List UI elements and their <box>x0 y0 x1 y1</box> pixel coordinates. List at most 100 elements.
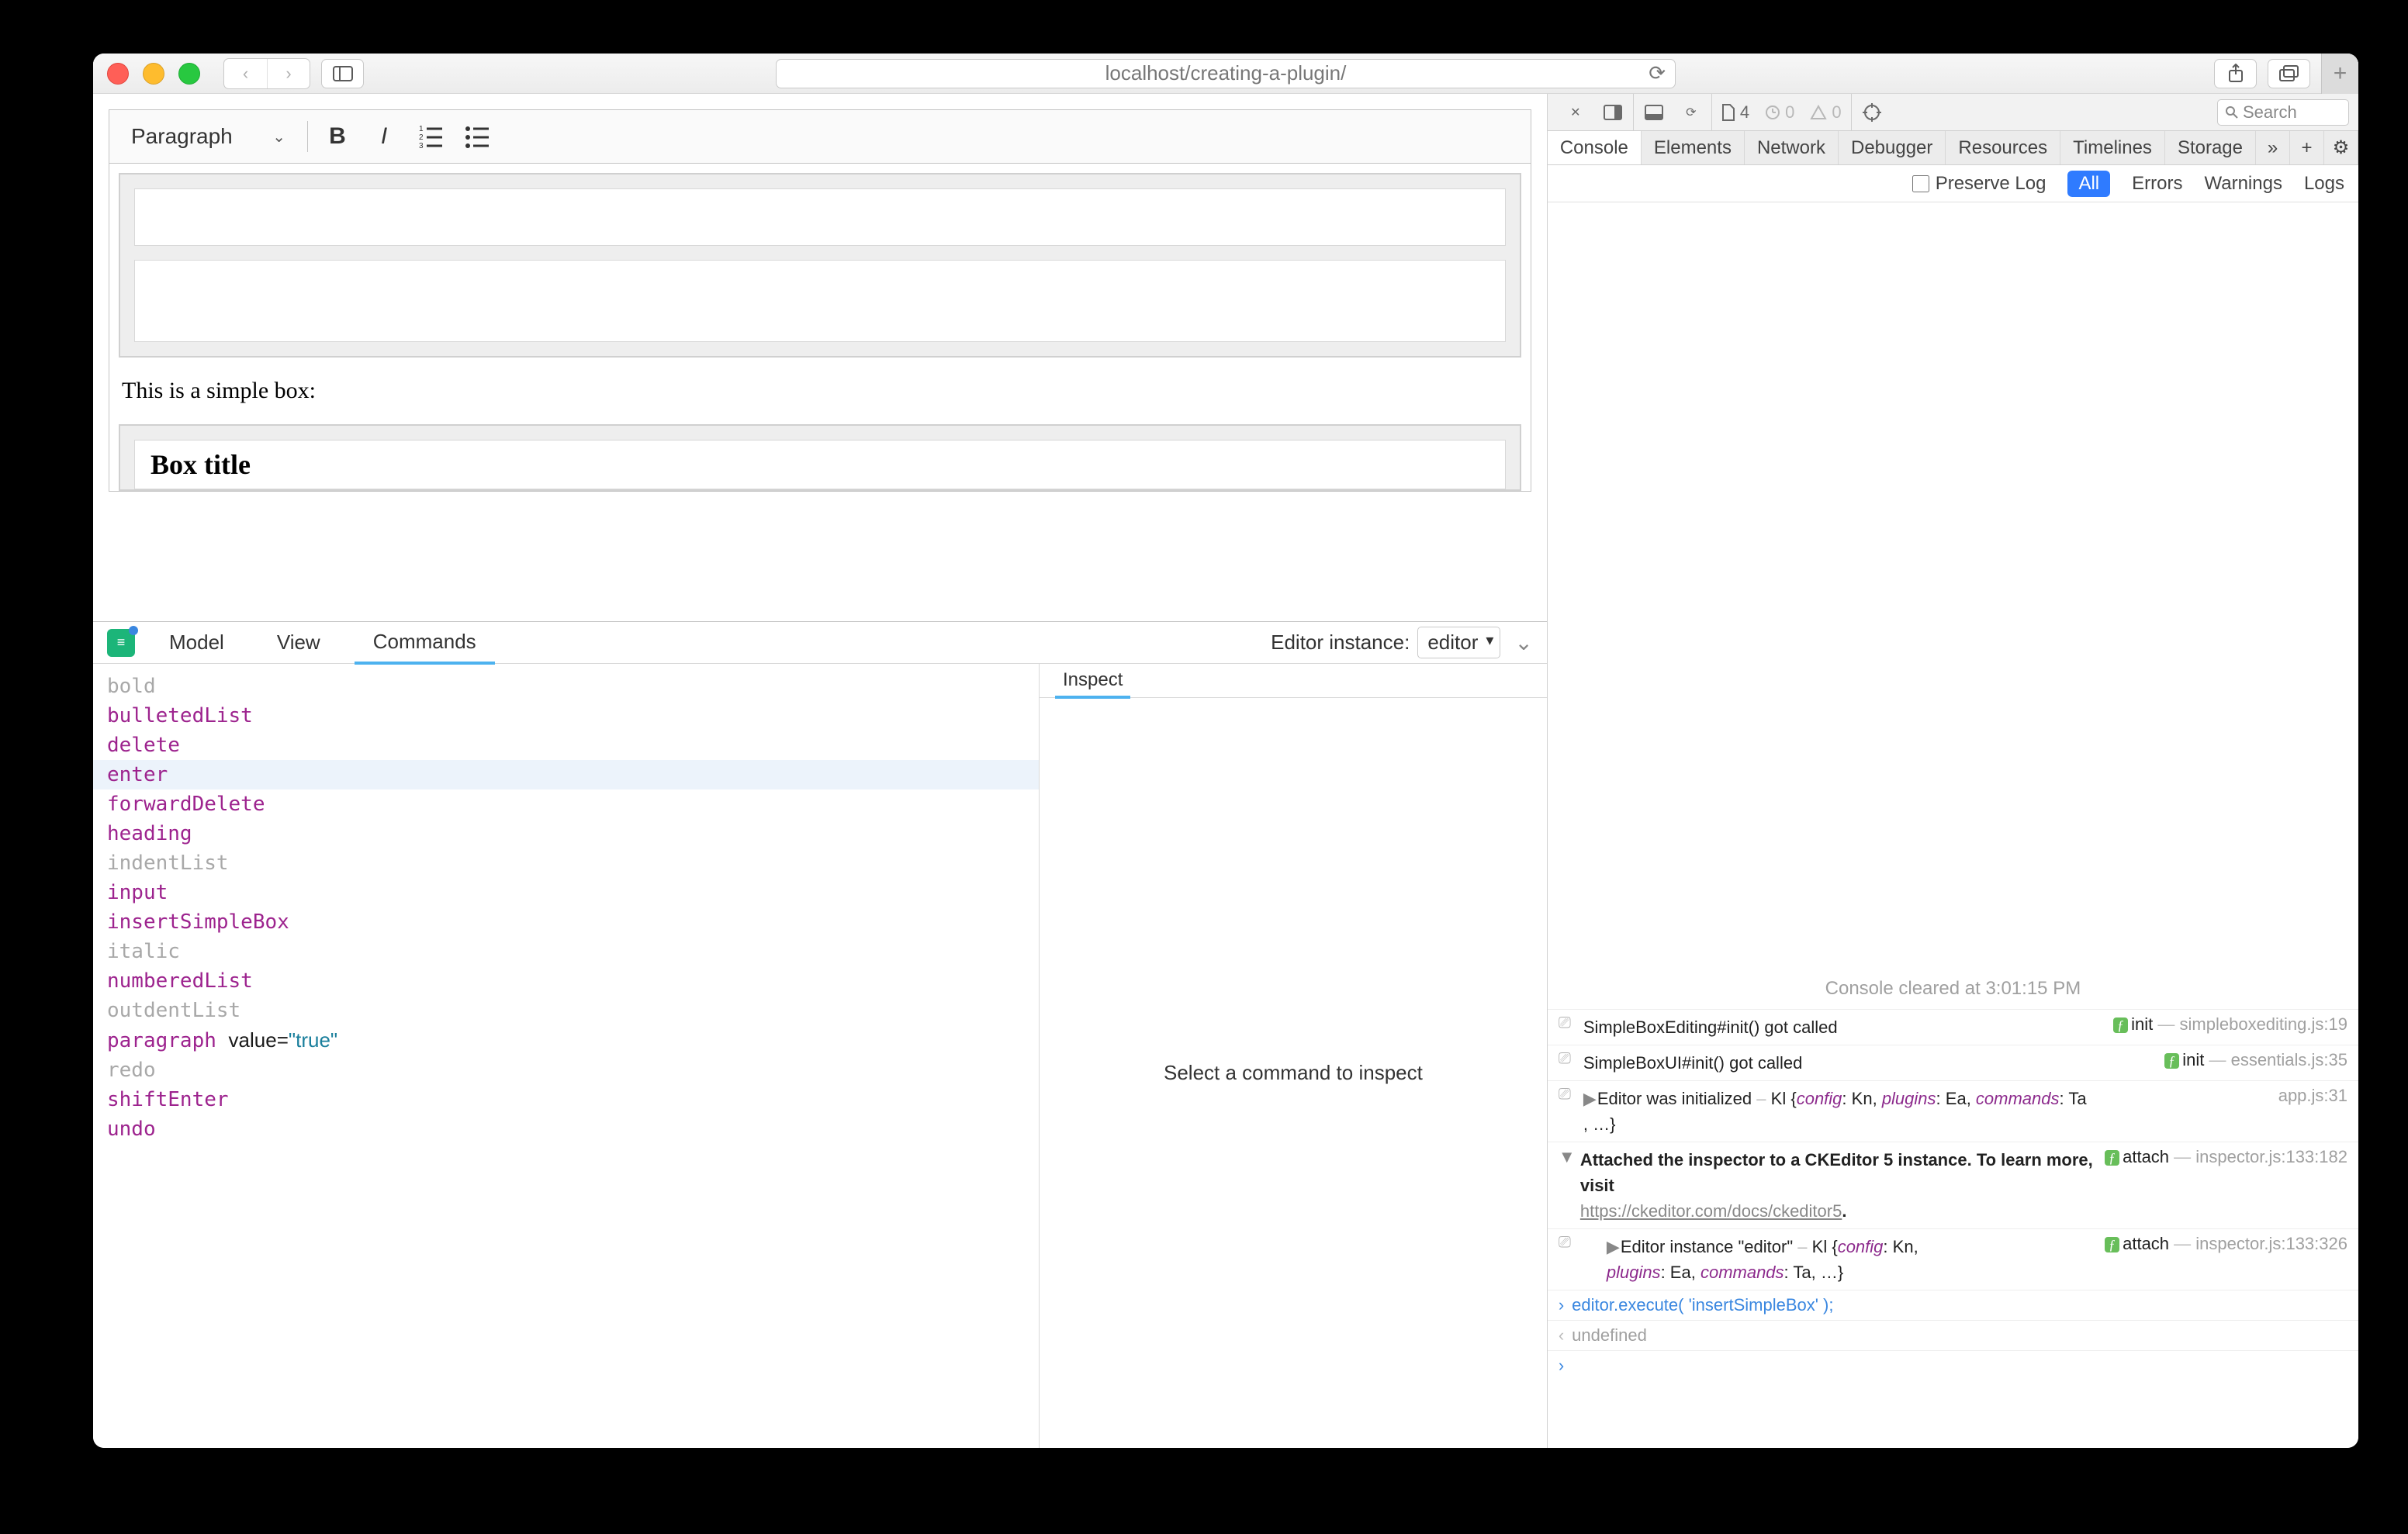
dock-side-button[interactable] <box>1594 94 1631 131</box>
devtools-tab-elements[interactable]: Elements <box>1642 131 1745 164</box>
italic-button[interactable]: I <box>362 115 406 158</box>
back-button[interactable]: ‹ <box>224 59 267 88</box>
devtools-tab-storage[interactable]: Storage <box>2165 131 2256 164</box>
console-cleared-message: Console cleared at 3:01:15 PM <box>1548 978 2358 1000</box>
inspector-tab-model[interactable]: Model <box>150 622 243 664</box>
ckeditor-toolbar: Paragraph ⌄ B I 123 <box>109 110 1531 164</box>
close-window-button[interactable] <box>107 63 129 85</box>
resources-badge[interactable]: 4 <box>1714 102 1757 123</box>
paragraph-text[interactable]: This is a simple box: <box>122 378 1518 404</box>
command-paragraph[interactable]: paragraph value="true" <box>93 1025 1039 1055</box>
nav-buttons: ‹ › <box>223 58 310 89</box>
url-bar[interactable]: localhost/creating-a-plugin/ ⟳ <box>776 59 1676 88</box>
instance-select[interactable]: editor <box>1417 627 1500 658</box>
console-line[interactable]: ▼ Attached the inspector to a CKEditor 5… <box>1548 1142 2358 1228</box>
devtools-settings-button[interactable]: ⚙ <box>2324 131 2358 164</box>
command-outdentList[interactable]: outdentList <box>93 996 1039 1025</box>
collapse-inspector-button[interactable]: ⌄ <box>1514 630 1532 655</box>
console-history-line[interactable]: ›editor.execute( 'insertSimpleBox' ); <box>1548 1290 2358 1320</box>
preserve-log-checkbox[interactable]: Preserve Log <box>1912 173 2046 195</box>
command-delete[interactable]: delete <box>93 731 1039 760</box>
command-bulletedList[interactable]: bulletedList <box>93 701 1039 731</box>
commands-list[interactable]: boldbulletedListdeleteenterforwardDelete… <box>93 664 1040 1448</box>
toolbar-right <box>2214 59 2310 88</box>
warnings-badge[interactable]: 0 <box>1802 102 1849 123</box>
bulleted-list-icon <box>464 123 490 150</box>
tabs-button[interactable] <box>2268 59 2310 88</box>
inspector-body: boldbulletedListdeleteenterforwardDelete… <box>93 664 1547 1448</box>
command-indentList[interactable]: indentList <box>93 848 1039 878</box>
console-filters: Preserve Log All Errors Warnings Logs <box>1548 165 2358 202</box>
sidebar-toggle-button[interactable] <box>321 59 364 88</box>
filter-logs[interactable]: Logs <box>2304 173 2344 195</box>
url-text: localhost/creating-a-plugin/ <box>1105 61 1347 85</box>
ckeditor-content[interactable]: This is a simple box: Box title <box>109 164 1531 491</box>
titlebar: ‹ › localhost/creating-a-plugin/ ⟳ + <box>93 54 2358 94</box>
command-numberedList[interactable]: numberedList <box>93 966 1039 996</box>
console-output[interactable]: Console cleared at 3:01:15 PM ⎚ SimpleBo… <box>1548 202 2358 1448</box>
ckeditor-inspector: ≡ Model View Commands Editor instance: e… <box>93 621 1547 1448</box>
simple-box-title[interactable]: Box title <box>134 440 1506 489</box>
command-insertSimpleBox[interactable]: insertSimpleBox <box>93 907 1039 937</box>
numbered-list-button[interactable]: 123 <box>409 115 452 158</box>
svg-text:1: 1 <box>419 125 424 133</box>
dock-bottom-button[interactable] <box>1635 94 1673 131</box>
warning-icon <box>1810 105 1827 120</box>
window-controls <box>107 63 200 85</box>
console-line[interactable]: ⎚ ▶Editor was initialized – Kl {config: … <box>1548 1080 2358 1142</box>
devtools-tab-new[interactable]: + <box>2290 131 2324 164</box>
bulleted-list-button[interactable] <box>455 115 499 158</box>
console-line[interactable]: ⎚ ▶Editor instance "editor" – Kl {config… <box>1548 1228 2358 1290</box>
console-prompt[interactable]: › <box>1548 1350 2358 1380</box>
document-icon <box>1721 104 1735 121</box>
bold-button[interactable]: B <box>316 115 359 158</box>
console-line[interactable]: ⎚ SimpleBoxEditing#init() got called ƒin… <box>1548 1009 2358 1045</box>
simple-box-empty[interactable] <box>119 173 1521 358</box>
reload-icon[interactable]: ⟳ <box>1649 61 1666 85</box>
filter-warnings[interactable]: Warnings <box>2204 173 2282 195</box>
element-selection-button[interactable] <box>1853 94 1891 131</box>
instance-label: Editor instance: <box>1271 631 1410 655</box>
devtools-tab-console[interactable]: Console <box>1548 131 1642 164</box>
italic-icon: I <box>381 123 387 150</box>
time-badge[interactable]: 0 <box>1757 102 1802 123</box>
close-devtools-button[interactable]: ✕ <box>1557 94 1594 131</box>
chevron-down-icon: ⌄ <box>272 127 285 147</box>
simple-box-filled[interactable]: Box title <box>119 424 1521 491</box>
simple-box-body-empty[interactable] <box>134 260 1506 342</box>
command-italic[interactable]: italic <box>93 937 1039 966</box>
clock-icon <box>1765 105 1780 120</box>
devtools-search[interactable]: Search <box>2217 99 2349 126</box>
command-forwardDelete[interactable]: forwardDelete <box>93 789 1039 819</box>
command-undo[interactable]: undo <box>93 1114 1039 1144</box>
inspector-tab-commands[interactable]: Commands <box>355 623 495 665</box>
heading-dropdown[interactable]: Paragraph ⌄ <box>117 115 299 158</box>
devtools-tab-timelines[interactable]: Timelines <box>2060 131 2165 164</box>
console-line[interactable]: ⎚ SimpleBoxUI#init() got called ƒinit — … <box>1548 1045 2358 1080</box>
devtools-tabs: Console Elements Network Debugger Resour… <box>1548 131 2358 165</box>
devtools-tab-network[interactable]: Network <box>1745 131 1839 164</box>
user-log-icon: ⎚ <box>1559 1234 1576 1252</box>
filter-errors[interactable]: Errors <box>2132 173 2182 195</box>
share-button[interactable] <box>2214 59 2257 88</box>
command-bold[interactable]: bold <box>93 672 1039 701</box>
window-body: Paragraph ⌄ B I 123 <box>93 94 2358 1448</box>
minimize-window-button[interactable] <box>143 63 164 85</box>
devtools-tab-more[interactable]: » <box>2256 131 2290 164</box>
reload-devtools-button[interactable]: ⟳ <box>1673 94 1710 131</box>
devtools-tab-debugger[interactable]: Debugger <box>1839 131 1946 164</box>
forward-button[interactable]: › <box>267 59 310 88</box>
command-enter[interactable]: enter <box>93 760 1039 789</box>
zoom-window-button[interactable] <box>178 63 200 85</box>
filter-all[interactable]: All <box>2067 171 2110 197</box>
command-input[interactable]: input <box>93 878 1039 907</box>
command-heading[interactable]: heading <box>93 819 1039 848</box>
inspector-tab-view[interactable]: View <box>258 622 339 664</box>
inspect-tab[interactable]: Inspect <box>1055 665 1130 699</box>
command-shiftEnter[interactable]: shiftEnter <box>93 1085 1039 1114</box>
command-redo[interactable]: redo <box>93 1055 1039 1085</box>
new-tab-button[interactable]: + <box>2321 54 2358 94</box>
devtools-tab-resources[interactable]: Resources <box>1946 131 2060 164</box>
simple-box-title-empty[interactable] <box>134 188 1506 246</box>
devtools-toolbar: ✕ ⟳ 4 0 0 <box>1548 94 2358 131</box>
